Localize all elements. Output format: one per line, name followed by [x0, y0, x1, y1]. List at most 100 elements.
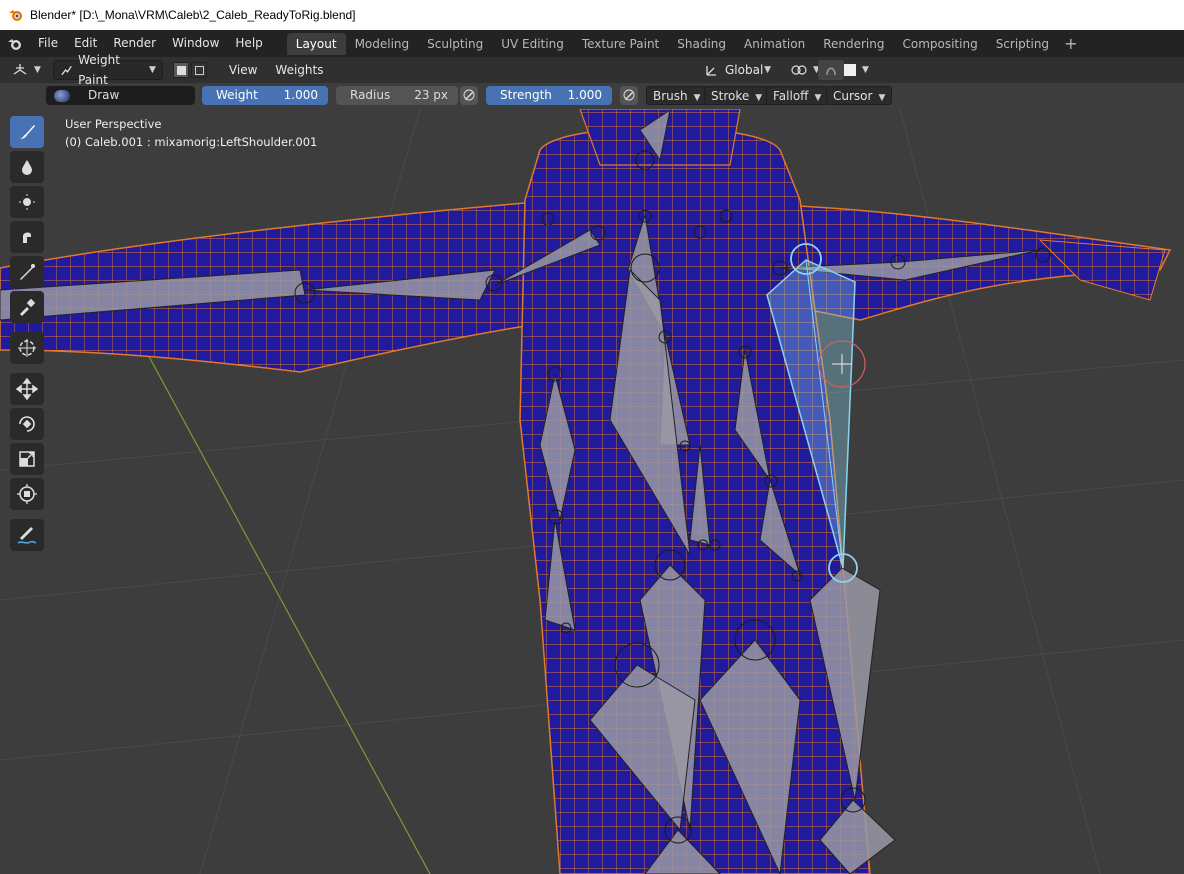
- face-mask-icon[interactable]: [172, 62, 189, 78]
- window-title: Blender* [D:\_Mona\VRM\Caleb\2_Caleb_Rea…: [30, 8, 356, 22]
- mode-dropdown[interactable]: Weight Paint ▼: [52, 53, 163, 87]
- chevron-down-icon: ▼: [764, 65, 771, 75]
- scene-render: [0, 109, 1184, 874]
- orientation-icon: [706, 66, 716, 76]
- gradient-icon: [20, 264, 35, 280]
- chevron-down-icon: ▼: [755, 93, 763, 103]
- vertex-mask-icon[interactable]: [190, 62, 207, 78]
- tool-smear[interactable]: [10, 221, 44, 253]
- blender-logo-icon: [9, 10, 22, 21]
- orientation-dropdown[interactable]: Global ▼: [699, 60, 777, 80]
- viewport-3d-icon: [13, 64, 27, 75]
- cursor-icon: [18, 339, 36, 357]
- strength-pressure-toggle[interactable]: [620, 86, 638, 105]
- weight-paint-mode-icon: [61, 65, 72, 76]
- tool-sample-weight[interactable]: [10, 291, 44, 323]
- strength-field[interactable]: Strength 1.000: [486, 86, 612, 105]
- average-icon: [19, 194, 35, 210]
- window-titlebar: Blender* [D:\_Mona\VRM\Caleb\2_Caleb_Rea…: [0, 0, 1184, 30]
- brush-menu-label: Brush: [653, 89, 688, 103]
- scale-icon: [19, 451, 35, 467]
- falloff-menu[interactable]: Falloff ▼: [766, 86, 829, 105]
- cursor-menu[interactable]: Cursor ▼: [826, 86, 893, 105]
- brush-name: Draw: [88, 88, 120, 102]
- tool-rotate[interactable]: [10, 408, 44, 440]
- chevron-down-icon: ▼: [878, 93, 886, 103]
- cursor-menu-label: Cursor: [833, 89, 873, 103]
- move-icon: [16, 378, 38, 400]
- strength-value: 1.000: [567, 88, 602, 102]
- radius-value: 23 px: [414, 88, 448, 102]
- tab-layout[interactable]: Layout: [286, 32, 346, 55]
- viewport-header: ▼ Weight Paint ▼ View Weights Global ▼ ▼…: [0, 53, 1184, 87]
- tool-gradient[interactable]: [10, 256, 44, 288]
- stroke-menu[interactable]: Stroke ▼: [704, 86, 770, 105]
- menu-help[interactable]: Help: [227, 30, 270, 57]
- chevron-down-icon: ▼: [693, 93, 701, 103]
- weight-field[interactable]: Weight 1.000: [202, 86, 328, 105]
- radius-label: Radius: [350, 88, 391, 102]
- top-menu-bar: File Edit Render Window Help Layout Mode…: [0, 30, 1184, 57]
- editor-type-dropdown[interactable]: ▼: [6, 60, 47, 80]
- tab-uv-editing[interactable]: UV Editing: [492, 33, 573, 55]
- add-workspace-button[interactable]: +: [1058, 34, 1083, 53]
- radius-field[interactable]: Radius 23 px: [336, 86, 458, 105]
- tab-sculpting[interactable]: Sculpting: [418, 33, 492, 55]
- brush-selector[interactable]: Draw: [46, 86, 195, 105]
- viewport-3d[interactable]: User Perspective (0) Caleb.001 : mixamor…: [0, 109, 1184, 874]
- annotate-icon: [17, 527, 37, 544]
- blender-menu-icon[interactable]: [0, 30, 30, 57]
- mask-toggle-group: [167, 60, 213, 80]
- tab-compositing[interactable]: Compositing: [893, 33, 986, 55]
- menu-window[interactable]: Window: [164, 30, 227, 57]
- transform-icon: [17, 484, 37, 504]
- perspective-label: User Perspective: [65, 117, 162, 131]
- rotate-icon: [19, 416, 35, 432]
- tab-rendering[interactable]: Rendering: [814, 33, 893, 55]
- chevron-down-icon: ▼: [34, 65, 41, 75]
- draw-brush-icon: [20, 125, 35, 139]
- workspace-tabs: Layout Modeling Sculpting UV Editing Tex…: [286, 30, 1084, 57]
- menu-file[interactable]: File: [30, 30, 66, 57]
- chevron-down-icon: ▼: [862, 65, 869, 75]
- stroke-menu-label: Stroke: [711, 89, 750, 103]
- orientation-label: Global: [725, 63, 764, 77]
- radius-pressure-toggle[interactable]: [460, 86, 478, 105]
- weight-value: 1.000: [283, 88, 318, 102]
- shading-dropdown[interactable]: ▼: [838, 60, 875, 80]
- tool-shelf: [10, 116, 46, 554]
- character-mesh: [0, 109, 1172, 874]
- blur-icon: [22, 160, 32, 175]
- view-menu[interactable]: View: [223, 60, 263, 80]
- pen-pressure-icon: [623, 89, 635, 101]
- object-info-label: (0) Caleb.001 : mixamorig:LeftShoulder.0…: [65, 135, 318, 149]
- tab-modeling[interactable]: Modeling: [346, 33, 419, 55]
- mirror-icon: [791, 65, 807, 75]
- y-axis-line: [139, 339, 431, 874]
- tool-average[interactable]: [10, 186, 44, 218]
- smear-icon: [23, 232, 31, 243]
- weight-label: Weight: [216, 88, 258, 102]
- tool-draw[interactable]: [10, 116, 44, 148]
- tool-scale[interactable]: [10, 443, 44, 475]
- solid-shading-icon: [844, 64, 856, 76]
- brush-menu[interactable]: Brush ▼: [646, 86, 708, 105]
- chevron-down-icon: ▼: [814, 93, 822, 103]
- tab-scripting[interactable]: Scripting: [987, 33, 1058, 55]
- tool-cursor[interactable]: [10, 332, 44, 364]
- tool-blur[interactable]: [10, 151, 44, 183]
- tab-animation[interactable]: Animation: [735, 33, 814, 55]
- tool-transform[interactable]: [10, 478, 44, 510]
- strength-label: Strength: [500, 88, 552, 102]
- chevron-down-icon: ▼: [149, 65, 156, 75]
- pen-pressure-icon: [463, 89, 475, 101]
- sample-weight-icon: [20, 298, 36, 316]
- weights-menu[interactable]: Weights: [269, 60, 329, 80]
- tab-texture-paint[interactable]: Texture Paint: [573, 33, 668, 55]
- falloff-menu-label: Falloff: [773, 89, 809, 103]
- xray-icon: [826, 67, 836, 76]
- tab-shading[interactable]: Shading: [668, 33, 735, 55]
- tool-move[interactable]: [10, 373, 44, 405]
- brush-preview-icon: [54, 89, 70, 102]
- tool-annotate[interactable]: [10, 519, 44, 551]
